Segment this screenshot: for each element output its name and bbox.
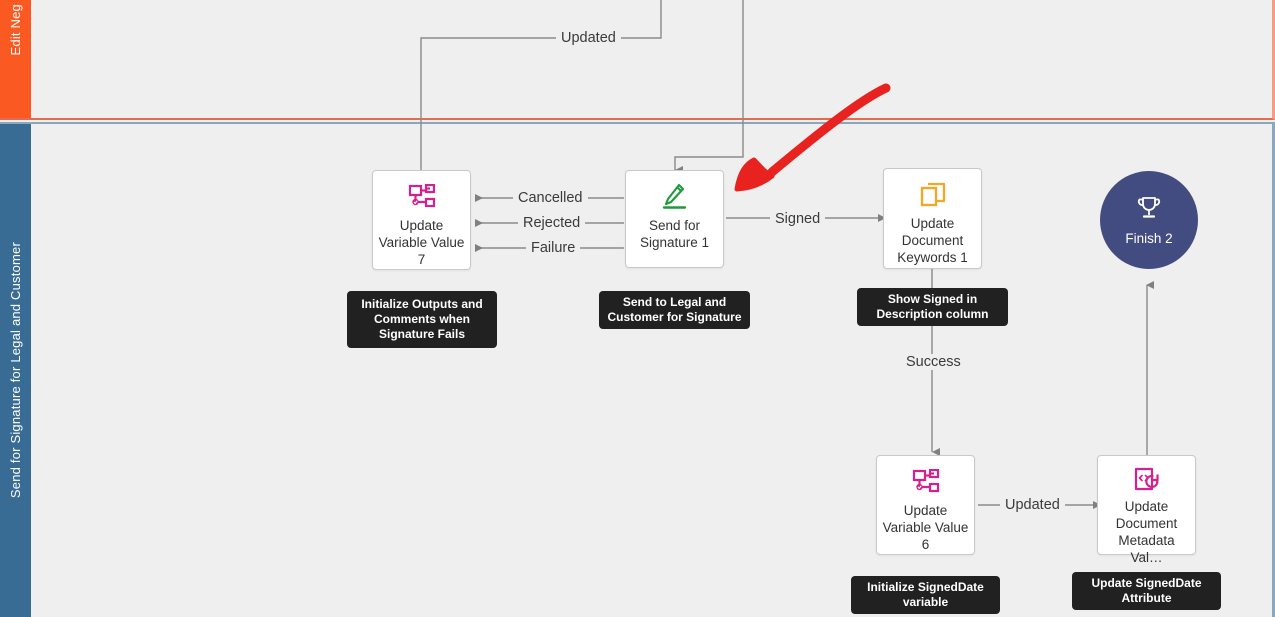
node-update-variable-value-7[interactable]: Update Variable Value 7 <box>372 170 471 270</box>
node-update-variable-value-6[interactable]: Update Variable Value 6 <box>876 455 975 555</box>
node-update-document-keywords-1[interactable]: Update Document Keywords 1 <box>883 168 982 269</box>
lane-title-send-for-signature: Send for Signature for Legal and Custome… <box>8 242 23 499</box>
note-send-to-legal[interactable]: Send to Legal and Customer for Signature <box>599 291 750 329</box>
note-initialize-signeddate[interactable]: Initialize SignedDate variable <box>851 576 1000 614</box>
node-label-update-document-metadata-value: Update Document Metadata Val… <box>1115 499 1178 565</box>
trophy-icon <box>1135 194 1163 224</box>
signature-pen-icon <box>660 182 690 212</box>
lane-title-edit-negotiate: Edit Neg <box>8 4 23 56</box>
lane-edit-negotiate[interactable]: Edit Neg <box>0 0 1275 120</box>
edge-label-cancelled: Cancelled <box>513 190 588 206</box>
node-finish-2[interactable]: Finish 2 <box>1100 171 1198 269</box>
edge-label-updated-top: Updated <box>556 30 621 46</box>
edge-label-success: Success <box>901 354 966 370</box>
lane-header-send-for-signature[interactable]: Send for Signature for Legal and Custome… <box>0 124 31 617</box>
node-label-update-variable-value-7: Update Variable Value 7 <box>378 218 465 267</box>
node-label-update-variable-value-6: Update Variable Value 6 <box>882 503 969 552</box>
workflow-canvas[interactable]: Edit Neg Send for Signature for Legal an… <box>0 0 1275 617</box>
document-code-refresh-icon <box>1133 467 1161 493</box>
edge-label-failure: Failure <box>526 240 581 256</box>
edge-label-signed: Signed <box>770 211 826 227</box>
node-label-send-for-signature-1: Send for Signature 1 <box>639 218 710 250</box>
variable-flow-icon <box>408 182 436 212</box>
copy-documents-icon <box>919 180 947 210</box>
lane-header-edit-negotiate[interactable]: Edit Neg <box>0 0 31 118</box>
note-initialize-outputs[interactable]: Initialize Outputs and Comments when Sig… <box>347 291 497 348</box>
node-send-for-signature-1[interactable]: Send for Signature 1 <box>625 170 724 268</box>
note-show-signed[interactable]: Show Signed in Description column <box>857 288 1008 326</box>
edge-label-updated-bottom: Updated <box>1000 497 1065 513</box>
note-update-signeddate[interactable]: Update SignedDate Attribute <box>1072 572 1221 610</box>
node-label-update-document-keywords-1: Update Document Keywords 1 <box>897 216 968 265</box>
node-update-document-metadata-value[interactable]: Update Document Metadata Val… <box>1097 455 1196 565</box>
node-label-finish-2: Finish 2 <box>1125 230 1173 246</box>
edge-label-rejected: Rejected <box>518 215 586 231</box>
variable-flow-icon <box>912 467 940 497</box>
